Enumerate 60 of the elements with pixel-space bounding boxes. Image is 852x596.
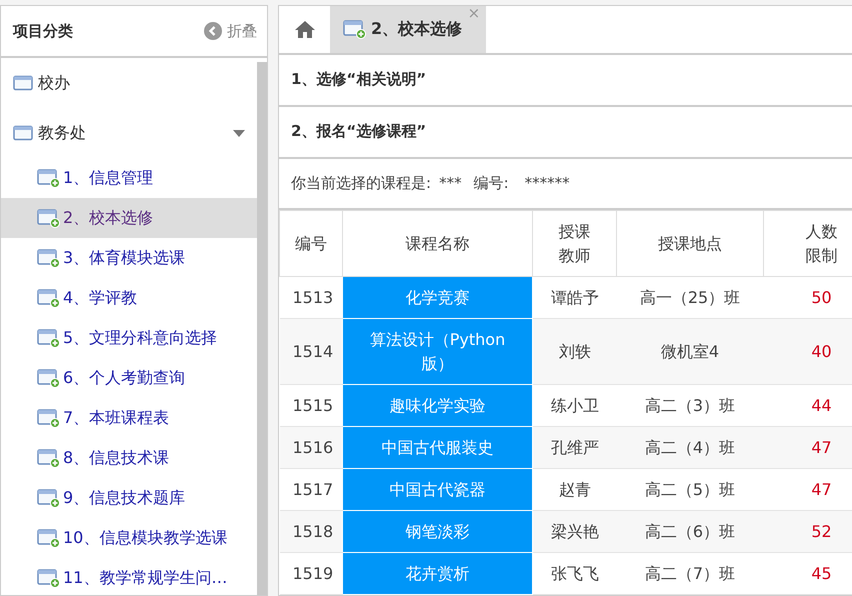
window-add-icon bbox=[37, 408, 61, 428]
table-cell: 梁兴艳 bbox=[532, 510, 616, 552]
chevron-circle-left-icon bbox=[204, 22, 222, 40]
column-header: 课程名称 bbox=[406, 234, 470, 253]
table-cell: 1516 bbox=[280, 426, 342, 468]
table-cell: 微机室4 bbox=[616, 318, 764, 384]
column-header: 授课地点 bbox=[658, 234, 722, 253]
table-cell: 高二（7）班 bbox=[616, 552, 764, 594]
collapse-button[interactable]: 折叠 bbox=[204, 20, 257, 42]
section-header[interactable]: 2、报名“选修课程” bbox=[279, 106, 852, 159]
window-icon bbox=[13, 125, 33, 141]
sidebar-item[interactable]: 11、教学常规学生问… bbox=[1, 558, 257, 595]
window-add-icon bbox=[37, 368, 61, 388]
column-header: 人数限制 bbox=[804, 221, 838, 266]
sidebar-item[interactable]: 6、个人考勤查询 bbox=[1, 358, 257, 398]
sidebar-item[interactable]: 2、校本选修 bbox=[1, 198, 257, 238]
column-header: 授课教师 bbox=[558, 221, 592, 266]
info-label: 你当前选择的课程是: bbox=[291, 173, 432, 194]
table-cell: 47 bbox=[764, 426, 852, 468]
scrollbar[interactable] bbox=[257, 62, 267, 595]
window-icon bbox=[13, 75, 33, 91]
window-add-icon bbox=[37, 528, 61, 548]
table-cell: 1514 bbox=[280, 318, 342, 384]
window-add-icon bbox=[37, 488, 61, 508]
window-add-icon bbox=[37, 168, 61, 188]
selected-number: ****** bbox=[524, 173, 570, 194]
table-cell: 刘轶 bbox=[532, 318, 616, 384]
table-cell: 孔维严 bbox=[532, 426, 616, 468]
selected-course: *** bbox=[439, 173, 462, 194]
table-cell: 高二（4）班 bbox=[616, 426, 764, 468]
sidebar-item[interactable]: 9、信息技术题库 bbox=[1, 478, 257, 518]
table-cell: 高二（6）班 bbox=[616, 510, 764, 552]
sidebar-item[interactable]: 3、体育模块选课 bbox=[1, 238, 257, 278]
table-cell: 45 bbox=[764, 552, 852, 594]
sidebar-item[interactable]: 8、信息技术课 bbox=[1, 438, 257, 478]
table-cell: 52 bbox=[764, 510, 852, 552]
sidebar-item[interactable]: 7、本班课程表 bbox=[1, 398, 257, 438]
table-cell: 张飞飞 bbox=[532, 552, 616, 594]
home-icon bbox=[294, 20, 314, 38]
sidebar-group[interactable]: 教务处 bbox=[1, 108, 257, 158]
window-add-icon bbox=[343, 19, 367, 40]
sidebar-item[interactable]: 10、信息模块教学选课 bbox=[1, 518, 257, 558]
window-add-icon bbox=[37, 208, 61, 228]
sidebar-item[interactable]: 4、学评教 bbox=[1, 278, 257, 318]
sidebar-item[interactable]: 1、信息管理 bbox=[1, 158, 257, 198]
window-add-icon bbox=[37, 248, 61, 268]
tab[interactable]: 2、校本选修 × bbox=[331, 6, 486, 53]
caret-down-icon bbox=[233, 130, 245, 136]
section-header[interactable]: 1、选修“相关说明” bbox=[279, 54, 852, 107]
info-label: 编号: bbox=[474, 173, 509, 194]
window-add-icon bbox=[37, 448, 61, 468]
sidebar-group[interactable]: 校办 bbox=[1, 58, 257, 108]
sidebar-item[interactable]: 5、文理分科意向选择 bbox=[1, 318, 257, 358]
window-add-icon bbox=[37, 568, 61, 588]
table-cell: 40 bbox=[764, 318, 852, 384]
sidebar-title: 项目分类 bbox=[13, 20, 73, 42]
column-header: 编号 bbox=[295, 234, 327, 253]
window-add-icon bbox=[37, 328, 61, 348]
table-cell: 1518 bbox=[280, 510, 342, 552]
window-add-icon bbox=[37, 288, 61, 308]
